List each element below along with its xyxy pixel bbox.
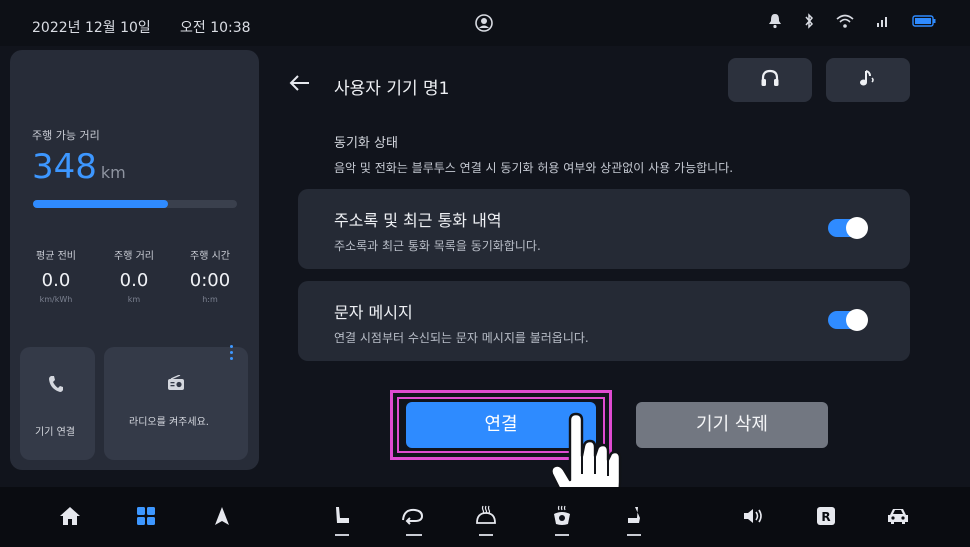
signal-icon: [876, 15, 890, 27]
seat-heat-indicator: [627, 534, 641, 536]
volume-icon[interactable]: [740, 502, 768, 530]
music-button[interactable]: [826, 58, 910, 102]
rear-defrost-icon[interactable]: [472, 502, 500, 530]
headphones-icon: [760, 69, 780, 91]
home-icon[interactable]: [56, 502, 84, 530]
page-indicator: [230, 345, 234, 363]
stat-value: 0:00: [189, 270, 231, 291]
apps-grid-icon[interactable]: [132, 502, 160, 530]
stat-distance: 주행 거리 0.0 km: [98, 247, 170, 304]
option-title: 문자 메시지: [334, 303, 413, 322]
status-bar: 2022년 12월 10일 오전 10:38: [0, 0, 970, 46]
navigation-arrow-icon[interactable]: [208, 502, 236, 530]
car-icon[interactable]: [884, 502, 912, 530]
radio-icon[interactable]: R: [812, 502, 840, 530]
headphones-button[interactable]: [728, 58, 812, 102]
status-icons: [768, 13, 936, 29]
messages-sync-toggle[interactable]: [828, 309, 868, 331]
front-defrost-indicator: [555, 534, 569, 536]
front-defrost-icon[interactable]: [548, 502, 576, 530]
bell-icon: [768, 13, 782, 29]
range-unit: km: [100, 163, 126, 182]
air-recirculation-icon[interactable]: [399, 502, 427, 530]
device-connect-tile[interactable]: 기기 연결: [20, 347, 95, 460]
contacts-sync-option[interactable]: 주소록 및 최근 통화 내역 주소록과 최근 통화 목록을 동기화합니다.: [298, 189, 910, 269]
page-title: 사용자 기기 명1: [334, 79, 450, 99]
battery-icon: [912, 15, 936, 27]
seat-heat-icon[interactable]: [620, 502, 648, 530]
sync-status-description: 음악 및 전화는 블루투스 연결 시 동기화 허용 여부와 상관없이 사용 가능…: [334, 161, 734, 175]
stat-value: 0.0: [41, 270, 71, 291]
recirculation-indicator: [406, 534, 422, 536]
wifi-icon: [836, 14, 854, 28]
stat-time: 주행 시간 0:00 h:m: [174, 247, 246, 304]
radio-icon: [167, 374, 185, 395]
range-value-block: 348 km: [32, 147, 126, 193]
device-connect-label: 기기 연결: [35, 427, 75, 438]
stat-label: 주행 거리: [114, 251, 154, 262]
back-arrow-icon[interactable]: [288, 73, 312, 93]
driving-info-card: 주행 가능 거리 348 km 평균 전비 0.0 km/kWh 주행 거리 0.…: [10, 50, 259, 470]
messages-sync-option[interactable]: 문자 메시지 연결 시점부터 수신되는 문자 메시지를 불러옵니다.: [298, 281, 910, 361]
range-progress-fill: [33, 200, 168, 208]
stat-value: 0.0: [119, 270, 149, 291]
contacts-sync-toggle[interactable]: [828, 217, 868, 239]
stat-unit: km: [127, 295, 141, 304]
radio-label: 라디오를 켜주세요.: [129, 417, 209, 428]
sync-status-title: 동기화 상태: [334, 136, 398, 151]
range-progress-bar: [33, 200, 237, 208]
stat-efficiency: 평균 전비 0.0 km/kWh: [20, 247, 92, 304]
phone-icon: [48, 375, 64, 397]
svg-text:R: R: [821, 510, 830, 524]
seat-icon[interactable]: [328, 502, 356, 530]
radio-tile[interactable]: 라디오를 켜주세요.: [104, 347, 248, 460]
range-value: 348: [32, 147, 97, 187]
seat-level-indicator: [335, 534, 349, 536]
music-note-icon: [858, 68, 878, 92]
option-title: 주소록 및 최근 통화 내역: [334, 211, 502, 230]
stat-label: 평균 전비: [36, 251, 76, 262]
bluetooth-icon: [804, 13, 814, 29]
range-label: 주행 가능 거리: [32, 129, 100, 142]
option-description: 주소록과 최근 통화 목록을 동기화합니다.: [334, 239, 541, 253]
stat-unit: km/kWh: [39, 295, 73, 304]
option-description: 연결 시점부터 수신되는 문자 메시지를 불러옵니다.: [334, 331, 589, 345]
status-time: 오전 10:38: [180, 20, 251, 36]
screen: 2022년 12월 10일 오전 10:38 주행 가능 거리 348 km 평…: [0, 0, 970, 547]
user-icon[interactable]: [474, 13, 494, 33]
status-date: 2022년 12월 10일: [32, 20, 151, 36]
rear-defrost-indicator: [479, 534, 493, 536]
stat-unit: h:m: [202, 295, 218, 304]
stat-label: 주행 시간: [190, 251, 230, 262]
delete-device-button[interactable]: 기기 삭제: [636, 402, 828, 448]
